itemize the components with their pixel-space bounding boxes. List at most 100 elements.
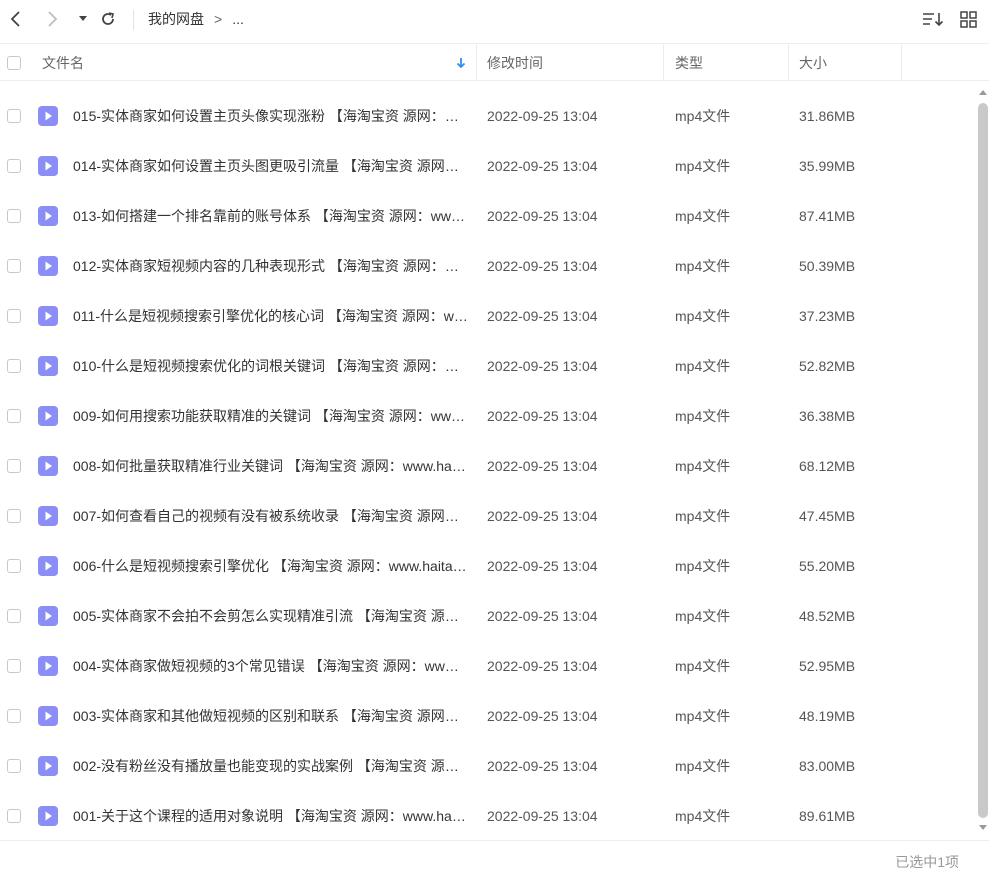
video-file-icon (38, 756, 58, 776)
file-row[interactable]: 001-关于这个课程的适用对象说明 【海淘宝资 源网：www.haitaobao… (0, 791, 975, 841)
row-checkbox[interactable] (7, 259, 21, 273)
file-row[interactable]: 010-什么是短视频搜索优化的词根关键词 【海淘宝资 源网：www.haitao… (0, 341, 975, 391)
video-file-icon (38, 106, 58, 126)
breadcrumb-root[interactable]: 我的网盘 (148, 9, 204, 29)
row-checkbox[interactable] (7, 459, 21, 473)
file-type: mp4文件 (675, 658, 731, 674)
select-all-checkbox[interactable] (7, 55, 21, 70)
sort-icon (923, 13, 944, 27)
row-checkbox[interactable] (7, 559, 21, 573)
file-name[interactable]: 002-没有粉丝没有播放量也能变现的实战案例 【海淘宝资 源网：www.hait… (73, 757, 468, 775)
scroll-down-arrow[interactable] (978, 824, 988, 832)
video-file-icon (38, 256, 58, 276)
file-type: mp4文件 (675, 258, 731, 274)
refresh-button[interactable] (98, 8, 118, 30)
file-row[interactable]: 005-实体商家不会拍不会剪怎么实现精准引流 【海淘宝资 源网：www.hait… (0, 591, 975, 641)
file-name[interactable]: 003-实体商家和其他做短视频的区别和联系 【海淘宝资 源网：www.haita… (73, 707, 468, 725)
header-size[interactable]: 大小 (799, 44, 827, 81)
file-size: 36.38MB (799, 408, 856, 424)
file-name[interactable]: 014-实体商家如何设置主页头图更吸引流量 【海淘宝资 源网：www.haita… (73, 157, 468, 175)
file-name[interactable]: 015-实体商家如何设置主页头像实现涨粉 【海淘宝资 源网：www.haitao… (73, 107, 468, 125)
file-row[interactable]: 009-如何用搜索功能获取精准的关键词 【海淘宝资 源网：www.haitaob… (0, 391, 975, 441)
file-size: 55.20MB (799, 558, 856, 574)
file-row[interactable]: 006-什么是短视频搜索引擎优化 【海淘宝资 源网：www.haitaobao.… (0, 541, 975, 591)
file-row[interactable]: 002-没有粉丝没有播放量也能变现的实战案例 【海淘宝资 源网：www.hait… (0, 741, 975, 791)
file-row[interactable]: 014-实体商家如何设置主页头图更吸引流量 【海淘宝资 源网：www.haita… (0, 141, 975, 191)
row-checkbox[interactable] (7, 509, 21, 523)
scroll-up-arrow[interactable] (978, 88, 988, 96)
file-row[interactable]: 015-实体商家如何设置主页头像实现涨粉 【海淘宝资 源网：www.haitao… (0, 91, 975, 141)
row-checkbox[interactable] (7, 759, 21, 773)
caret-down-icon (79, 16, 87, 21)
file-name[interactable]: 010-什么是短视频搜索优化的词根关键词 【海淘宝资 源网：www.haitao… (73, 357, 468, 375)
file-row[interactable]: 003-实体商家和其他做短视频的区别和联系 【海淘宝资 源网：www.haita… (0, 691, 975, 741)
file-name[interactable]: 001-关于这个课程的适用对象说明 【海淘宝资 源网：www.haitaobao… (73, 807, 468, 825)
video-file-icon (38, 706, 58, 726)
file-name[interactable]: 006-什么是短视频搜索引擎优化 【海淘宝资 源网：www.haitaobao.… (73, 557, 468, 575)
file-type: mp4文件 (675, 408, 731, 424)
file-size: 48.52MB (799, 608, 856, 624)
file-type: mp4文件 (675, 358, 731, 374)
file-name[interactable]: 011-什么是短视频搜索引擎优化的核心词 【海淘宝资 源网：www.haitao… (73, 307, 468, 325)
file-size: 89.61MB (799, 808, 856, 824)
video-file-icon (38, 656, 58, 676)
header-divider[interactable] (663, 44, 664, 81)
chevron-right-icon (48, 11, 58, 27)
file-modified: 2022-09-25 13:04 (487, 208, 598, 224)
scrollbar-thumb[interactable] (978, 103, 988, 818)
row-checkbox[interactable] (7, 709, 21, 723)
file-name[interactable]: 004-实体商家做短视频的3个常见错误 【海淘宝资 源网：www.haitaob… (73, 657, 468, 675)
view-toggle-button[interactable] (957, 8, 979, 30)
toolbar: 我的网盘 > ... (0, 0, 989, 40)
header-modified[interactable]: 修改时间 (487, 44, 543, 81)
row-checkbox[interactable] (7, 809, 21, 823)
forward-button[interactable] (42, 8, 62, 30)
row-checkbox[interactable] (7, 209, 21, 223)
file-modified: 2022-09-25 13:04 (487, 308, 598, 324)
header-divider[interactable] (476, 44, 477, 81)
file-type: mp4文件 (675, 608, 731, 624)
file-size: 35.99MB (799, 158, 856, 174)
row-checkbox[interactable] (7, 409, 21, 423)
file-modified: 2022-09-25 13:04 (487, 108, 598, 124)
file-modified: 2022-09-25 13:04 (487, 608, 598, 624)
header-type[interactable]: 类型 (675, 44, 703, 81)
file-name[interactable]: 013-如何搭建一个排名靠前的账号体系 【海淘宝资 源网：www.haitaob… (73, 207, 468, 225)
video-file-icon (38, 506, 58, 526)
column-header: 文件名 修改时间 类型 大小 (0, 43, 989, 81)
file-row[interactable]: 012-实体商家短视频内容的几种表现形式 【海淘宝资 源网：www.haitao… (0, 241, 975, 291)
sort-indicator[interactable] (456, 44, 466, 81)
back-button[interactable] (6, 8, 26, 30)
file-name[interactable]: 012-实体商家短视频内容的几种表现形式 【海淘宝资 源网：www.haitao… (73, 257, 468, 275)
file-name[interactable]: 007-如何查看自己的视频有没有被系统收录 【海淘宝资 源网：www.haita… (73, 507, 468, 525)
sort-button[interactable] (921, 8, 945, 30)
file-name[interactable]: 008-如何批量获取精准行业关键词 【海淘宝资 源网：www.haitaobao… (73, 457, 468, 475)
video-file-icon (38, 306, 58, 326)
breadcrumb-more[interactable]: ... (232, 11, 244, 27)
file-name[interactable]: 009-如何用搜索功能获取精准的关键词 【海淘宝资 源网：www.haitaob… (73, 407, 468, 425)
header-divider[interactable] (901, 44, 902, 81)
file-modified: 2022-09-25 13:04 (487, 808, 598, 824)
file-type: mp4文件 (675, 708, 731, 724)
file-row[interactable]: 013-如何搭建一个排名靠前的账号体系 【海淘宝资 源网：www.haitaob… (0, 191, 975, 241)
header-divider[interactable] (788, 44, 789, 81)
history-dropdown[interactable] (76, 8, 90, 30)
file-row[interactable]: 011-什么是短视频搜索引擎优化的核心词 【海淘宝资 源网：www.haitao… (0, 291, 975, 341)
row-checkbox[interactable] (7, 609, 21, 623)
file-row[interactable]: 008-如何批量获取精准行业关键词 【海淘宝资 源网：www.haitaobao… (0, 441, 975, 491)
selection-status: 已选中1项 (895, 854, 959, 870)
file-size: 68.12MB (799, 458, 856, 474)
file-row[interactable]: 007-如何查看自己的视频有没有被系统收录 【海淘宝资 源网：www.haita… (0, 491, 975, 541)
video-file-icon (38, 556, 58, 576)
row-checkbox[interactable] (7, 309, 21, 323)
row-checkbox[interactable] (7, 359, 21, 373)
file-row[interactable]: 004-实体商家做短视频的3个常见错误 【海淘宝资 源网：www.haitaob… (0, 641, 975, 691)
file-size: 50.39MB (799, 258, 856, 274)
row-checkbox[interactable] (7, 109, 21, 123)
file-type: mp4文件 (675, 108, 731, 124)
file-name[interactable]: 005-实体商家不会拍不会剪怎么实现精准引流 【海淘宝资 源网：www.hait… (73, 607, 468, 625)
header-name[interactable]: 文件名 (42, 44, 84, 81)
row-checkbox[interactable] (7, 159, 21, 173)
row-checkbox[interactable] (7, 659, 21, 673)
toolbar-divider (133, 10, 134, 30)
